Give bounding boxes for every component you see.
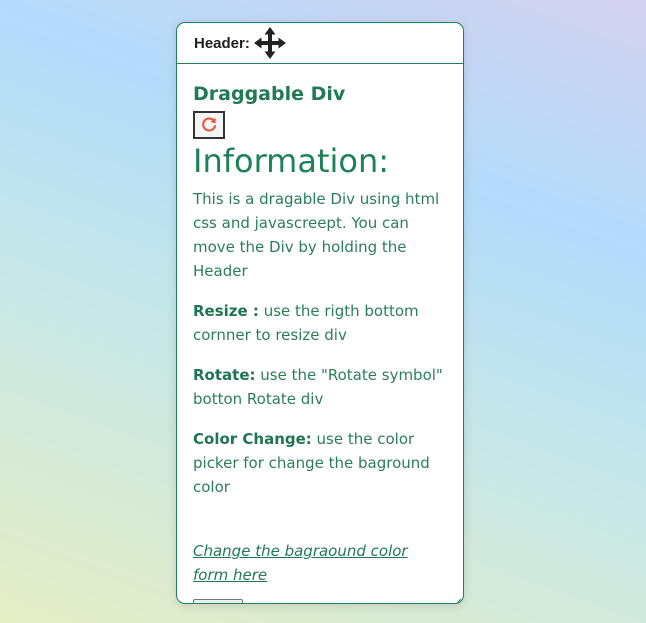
rotate-label: Rotate:: [193, 366, 256, 384]
header-label: Header:: [194, 34, 250, 52]
rotate-button[interactable]: [193, 111, 225, 139]
move-arrows-icon[interactable]: [253, 26, 287, 60]
draggable-div[interactable]: Header: Draggable Div Information: This …: [176, 22, 464, 604]
resize-handle-icon[interactable]: [452, 592, 462, 603]
resize-info: Resize : use the rigth bottom cornner to…: [193, 299, 447, 347]
rotate-info: Rotate: use the "Rotate symbol" botton R…: [193, 363, 447, 411]
content-area: Draggable Div Information: This is a dra…: [177, 82, 463, 604]
color-swatch: [197, 603, 239, 604]
color-label: Color Change:: [193, 430, 312, 448]
change-color-link[interactable]: Change the bagraound color form here: [193, 539, 447, 587]
drag-header[interactable]: Header:: [177, 23, 463, 64]
info-heading: Information:: [193, 142, 390, 180]
div-title: Draggable Div: [193, 83, 346, 105]
resize-label: Resize :: [193, 302, 259, 320]
intro-text: This is a dragable Div using html css an…: [193, 190, 440, 280]
rotate-icon: [200, 116, 218, 134]
color-info: Color Change: use the color picker for c…: [193, 427, 447, 499]
color-picker[interactable]: [193, 599, 243, 604]
